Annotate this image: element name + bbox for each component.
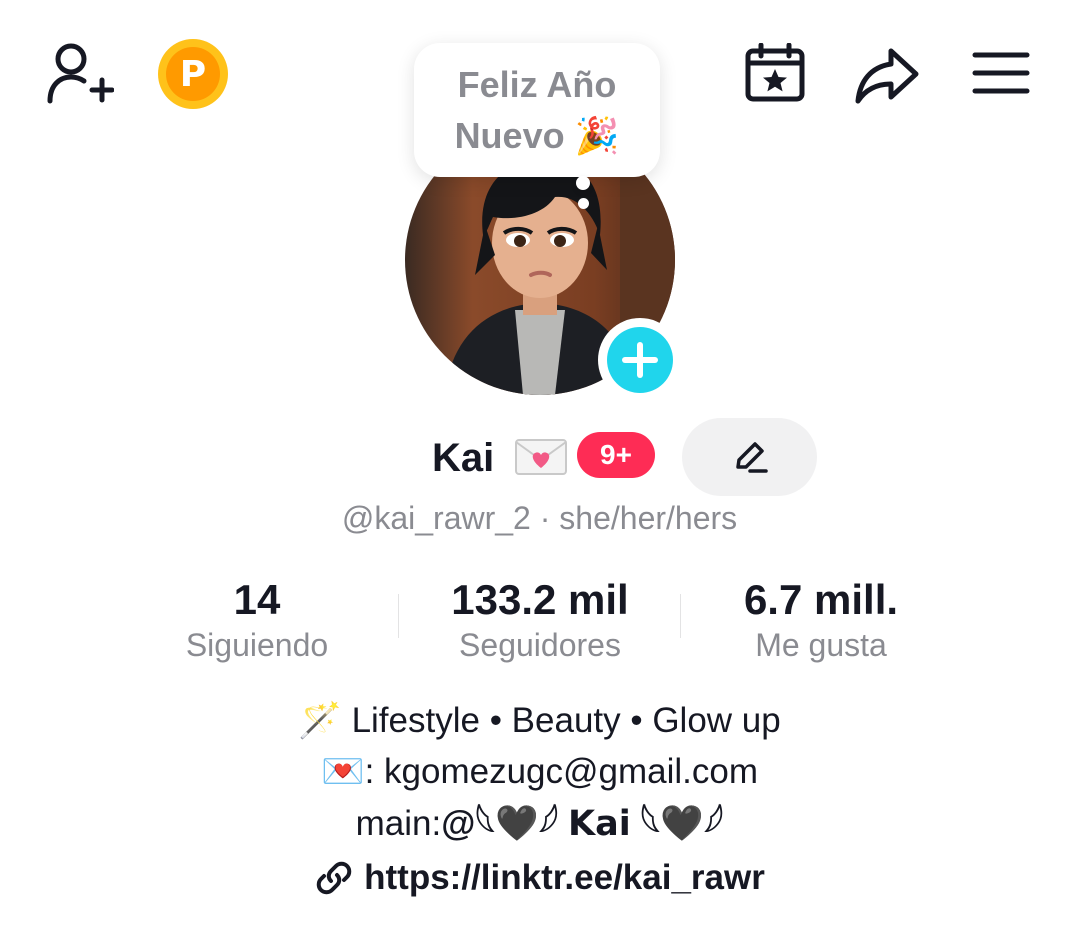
note-text-line2: Nuevo 🎉	[454, 115, 620, 156]
likes-label: Me gusta	[755, 627, 887, 663]
stat-followers[interactable]: 133.2 mil Seguidores	[400, 575, 680, 665]
add-friend-icon	[47, 43, 114, 104]
menu-button[interactable]	[970, 48, 1032, 98]
username-pronouns: @kai_rawr_2 · she/her/hers	[341, 500, 738, 536]
pencil-icon	[735, 442, 768, 473]
calendar-button[interactable]	[743, 42, 807, 104]
bubble-tail-dot	[578, 198, 589, 209]
bio-line-3: main:@𓆩🖤𓆪 𝗞𝗮𝗶 𓆩🖤𓆪	[0, 800, 1079, 848]
note-bubble[interactable]: Feliz Año Nuevo 🎉	[414, 43, 660, 177]
share-icon	[855, 48, 919, 104]
followers-label: Seguidores	[459, 627, 621, 663]
bio-main-prefix: main:	[355, 804, 442, 843]
bio-email-prefix: 💌:	[320, 752, 385, 791]
bio-line-1: 🪄 Lifestyle • Beauty • Glow up	[298, 701, 781, 740]
bio-main-handle[interactable]: @𓆩🖤𓆪 𝗞𝗮𝗶 𓆩🖤𓆪	[441, 804, 723, 843]
bio-line-2: 💌: kgomezugc@gmail.com	[0, 748, 1079, 796]
profile-name: Kai	[432, 436, 495, 480]
followers-count: 133.2 mil	[451, 576, 629, 623]
share-button[interactable]	[852, 44, 922, 106]
bio-link-text[interactable]: https://linktr.ee/kai_rawr	[364, 858, 765, 898]
stat-following[interactable]: 14 Siguiendo	[117, 575, 397, 665]
following-count: 14	[233, 576, 281, 623]
bio-link[interactable]: https://linktr.ee/kai_rawr	[0, 858, 1079, 898]
calendar-star-icon	[745, 43, 805, 102]
stat-divider	[398, 594, 399, 638]
link-icon	[316, 861, 352, 895]
bio-email: kgomezugc@gmail.com	[384, 752, 759, 791]
menu-icon	[972, 52, 1030, 94]
following-label: Siguiendo	[185, 627, 329, 663]
coins-button[interactable]: P	[158, 39, 228, 109]
stat-likes: 6.7 mill. Me gusta	[681, 575, 961, 665]
note-text-line1: Feliz Año	[457, 64, 617, 105]
edit-profile-button[interactable]	[682, 418, 817, 496]
add-friend-button[interactable]	[40, 38, 116, 108]
plus-icon	[607, 327, 673, 393]
add-story-button[interactable]	[598, 318, 682, 402]
likes-count: 6.7 mill.	[743, 576, 899, 623]
notification-badge[interactable]: 9+	[577, 432, 655, 478]
love-letter-icon	[514, 436, 568, 478]
bubble-tail	[576, 176, 590, 190]
coin-icon: P	[166, 47, 220, 101]
